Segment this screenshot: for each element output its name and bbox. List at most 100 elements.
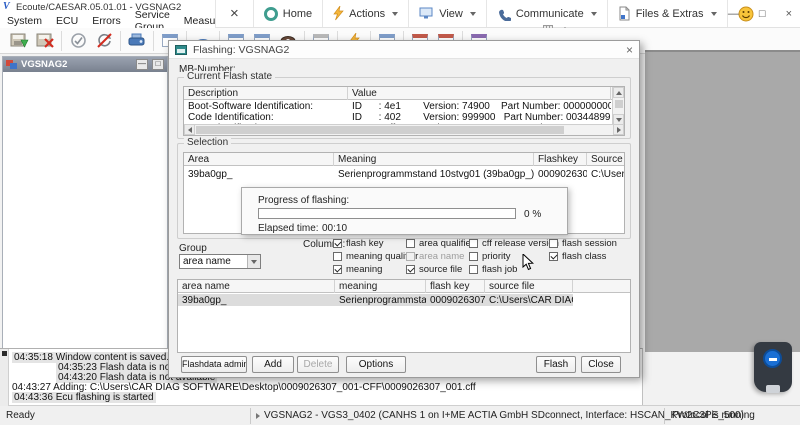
lightning-icon bbox=[333, 6, 344, 21]
table-row[interactable]: Boot-Software Identification: bbox=[184, 101, 348, 112]
connection-icon bbox=[256, 413, 260, 419]
ribbon-communicate-button[interactable]: Communicate bbox=[486, 0, 607, 27]
toolbar-separator bbox=[120, 31, 121, 51]
ribbon-actions-button[interactable]: Actions bbox=[322, 0, 408, 27]
scroll-up-icon bbox=[616, 91, 622, 95]
add-button[interactable]: Add bbox=[252, 356, 294, 373]
group-label: Group bbox=[179, 243, 207, 254]
tree: System: VGSNAG2 ECUs VGSNAG2 - VGS3_0402… bbox=[3, 72, 167, 76]
progress-title: Progress of flashing: bbox=[258, 195, 349, 206]
table-row[interactable]: Code Identification: bbox=[184, 112, 348, 123]
checkbox-flash-session[interactable]: flash session bbox=[549, 238, 617, 249]
ribbon-home-button[interactable]: Home bbox=[253, 0, 322, 27]
column-area-name[interactable]: area name bbox=[178, 280, 335, 293]
table-header: Area Meaning Flashkey Source bbox=[184, 153, 624, 166]
dialog-close-button[interactable]: × bbox=[626, 43, 633, 57]
status-bar: Ready VGSNAG2 - VGS3_0402 (CANHS 1 on I+… bbox=[0, 405, 800, 425]
log-line: 04:43:36 Ecu flashing is started bbox=[12, 392, 156, 403]
close-dialog-button[interactable]: Close bbox=[581, 356, 621, 373]
column-area[interactable]: Area bbox=[184, 153, 334, 166]
elapsed-time-value: 00:10 bbox=[322, 223, 347, 234]
status-separator bbox=[664, 408, 665, 424]
table-cell[interactable]: C:\Users\CA bbox=[587, 169, 624, 180]
menu-bar: System ECU Errors Service Group Measurem… bbox=[0, 14, 215, 28]
ribbon-close-button[interactable]: × bbox=[215, 0, 253, 27]
options-button[interactable]: Options bbox=[346, 356, 406, 373]
tree-minimize-button[interactable]: — bbox=[136, 59, 148, 70]
log-dock-strip[interactable] bbox=[0, 349, 9, 406]
tree-window-titlebar[interactable]: VGSNAG2 — □ bbox=[3, 57, 167, 72]
chevron-down-icon bbox=[470, 12, 476, 16]
flash-state-table: Description Value Boot-Software Identifi… bbox=[183, 86, 625, 136]
group-dropdown[interactable]: area name bbox=[179, 254, 261, 269]
table-cell[interactable]: ID : 402 Version: 999900 Part Number: 00… bbox=[348, 112, 611, 123]
checkbox-cff-release-version[interactable]: cff release version bbox=[469, 238, 559, 249]
column-meaning[interactable]: meaning bbox=[335, 280, 426, 293]
column-source[interactable]: Source bbox=[587, 153, 624, 166]
close-button[interactable]: × bbox=[786, 8, 792, 20]
horizontal-scrollbar[interactable] bbox=[184, 124, 624, 135]
dialog-icon bbox=[175, 45, 187, 55]
dropdown-arrow-button[interactable] bbox=[247, 255, 260, 268]
table-cell[interactable]: ID : 4e1 Version: 74900 Part Number: 000… bbox=[348, 101, 611, 112]
phone-icon bbox=[497, 7, 511, 21]
table-cell[interactable]: 0009026307_001 bbox=[534, 169, 587, 180]
sdconnect-device-icon[interactable] bbox=[754, 342, 792, 392]
ribbon-toolbar: × Home Actions View Communicate Files & … bbox=[215, 0, 764, 27]
application-window: V Ecoute/CAESAR.05.01.01 - VGSNAG2 Syste… bbox=[0, 0, 800, 425]
column-blank bbox=[573, 280, 630, 293]
flashing-dialog: Flashing: VGSNAG2 × MB-Number: Current F… bbox=[168, 40, 640, 378]
checkbox-flash-class[interactable]: flash class bbox=[549, 251, 606, 262]
chevron-down-icon bbox=[392, 12, 398, 16]
window-controls: — □ × bbox=[728, 8, 792, 20]
checkbox-source-file[interactable]: source file bbox=[406, 264, 462, 275]
app-logo-icon: V bbox=[3, 1, 10, 12]
scroll-down-icon bbox=[616, 118, 622, 122]
column-meaning[interactable]: Meaning bbox=[334, 153, 534, 166]
scroll-left-icon bbox=[188, 127, 192, 133]
status-protocol: Protocol is running bbox=[672, 410, 755, 421]
checkbox-flash-job[interactable]: flash job bbox=[469, 264, 517, 275]
ribbon-view-button[interactable]: View bbox=[408, 0, 486, 27]
maximize-button[interactable]: □ bbox=[759, 8, 766, 20]
menu-ecu[interactable]: ECU bbox=[56, 15, 78, 27]
check-ok-icon[interactable] bbox=[65, 30, 91, 52]
printer-icon[interactable] bbox=[124, 30, 150, 52]
table-cell[interactable]: Serienprogrammstand 10stvg01 (39ba0gp_) bbox=[334, 169, 534, 180]
minimize-button[interactable]: — bbox=[728, 8, 739, 20]
menu-errors[interactable]: Errors bbox=[92, 15, 121, 27]
vertical-scrollbar[interactable] bbox=[612, 87, 624, 125]
table-cell[interactable]: 0009026307_001 bbox=[426, 295, 485, 306]
flashdata-administration-button[interactable]: Flashdata administration bbox=[181, 356, 247, 373]
table-cell[interactable]: C:\Users\CAR DIAG SOFT... bbox=[485, 295, 573, 306]
column-description[interactable]: Description bbox=[184, 87, 348, 100]
ribbon-files-extras-button[interactable]: Files & Extras bbox=[607, 0, 727, 27]
checkbox-meaning[interactable]: meaning bbox=[333, 264, 382, 275]
column-value[interactable]: Value bbox=[348, 87, 611, 100]
refresh-disabled-icon[interactable] bbox=[91, 30, 117, 52]
toolbar-separator bbox=[153, 31, 154, 51]
checkbox-priority[interactable]: priority bbox=[469, 251, 511, 262]
delete-button[interactable]: Delete bbox=[297, 356, 339, 373]
monitor-icon bbox=[419, 7, 434, 20]
table-row[interactable]: 39ba0gp_ bbox=[184, 169, 334, 180]
column-source-file[interactable]: source file bbox=[485, 280, 573, 293]
checkbox-flash-key[interactable]: flash key bbox=[333, 238, 384, 249]
delete-flash-data-icon[interactable] bbox=[32, 30, 58, 52]
status-separator bbox=[250, 408, 251, 424]
flash-button[interactable]: Flash bbox=[536, 356, 576, 373]
mdi-background bbox=[645, 50, 800, 352]
save-flash-data-icon[interactable] bbox=[6, 30, 32, 52]
dialog-titlebar[interactable]: Flashing: VGSNAG2 × bbox=[169, 41, 639, 59]
progress-dialog: Progress of flashing: 0 % Elapsed time: … bbox=[241, 187, 568, 235]
table-cell[interactable]: Serienprogrammstand10stvg... bbox=[335, 295, 426, 306]
chevron-down-icon bbox=[711, 12, 717, 16]
column-flashkey[interactable]: Flashkey bbox=[534, 153, 587, 166]
column-flash-key[interactable]: flash key bbox=[426, 280, 485, 293]
table-row[interactable]: 39ba0gp_ bbox=[178, 295, 335, 306]
current-flash-state-group: Current Flash state Description Value Bo… bbox=[177, 77, 631, 139]
checkbox-area-qualifier[interactable]: area qualifier bbox=[406, 238, 474, 249]
tree-maximize-button[interactable]: □ bbox=[152, 59, 164, 70]
mouse-cursor bbox=[522, 254, 534, 271]
menu-system[interactable]: System bbox=[7, 15, 42, 27]
